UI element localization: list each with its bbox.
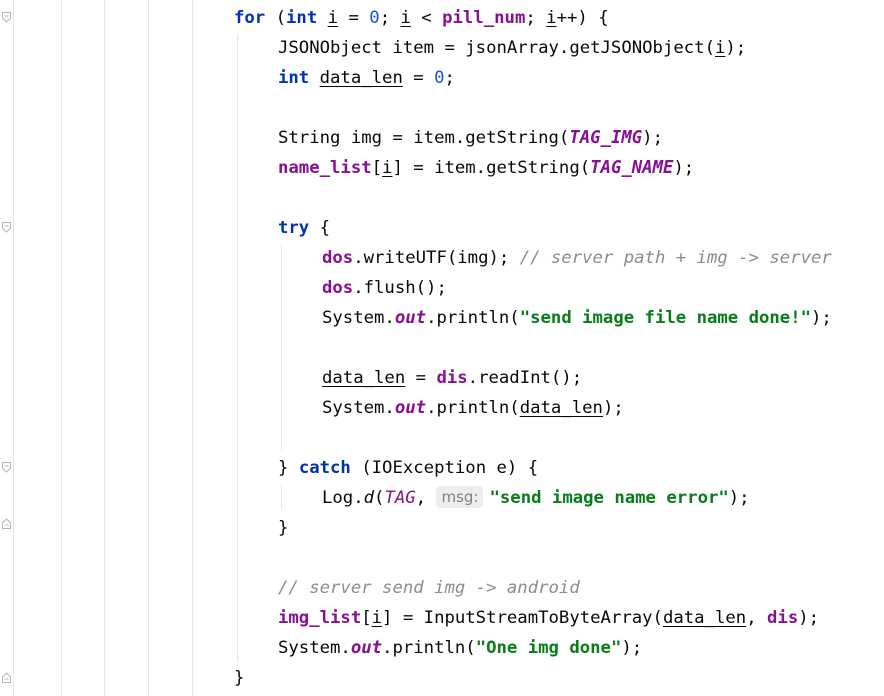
fold-end-icon[interactable] — [2, 518, 11, 529]
code-line-18: } — [234, 668, 245, 688]
fold-marker-icon[interactable] — [2, 462, 11, 473]
code-line-3: int data_len = 0; — [278, 68, 455, 88]
code-line-7: dos.writeUTF(img); // server path + img … — [322, 248, 832, 268]
code-line-13: Log.d(TAG, msg: "send image name error"); — [322, 486, 750, 508]
code-line-8: dos.flush(); — [322, 278, 447, 298]
fold-end-icon[interactable] — [2, 672, 11, 683]
code-line-5: name_list[i] = item.getString(TAG_NAME); — [278, 158, 695, 178]
indent-guide — [61, 0, 62, 696]
indent-guide — [281, 244, 282, 450]
code-line-12: } catch (IOException e) { — [278, 458, 539, 478]
indent-guide — [237, 34, 238, 662]
code-line-17: System.out.println("One img done"); — [278, 638, 643, 658]
code-line-10: data_len = dis.readInt(); — [322, 368, 583, 388]
code-line-4: String img = item.getString(TAG_IMG); — [278, 128, 663, 148]
indent-guide — [104, 0, 105, 696]
fold-marker-icon[interactable] — [2, 222, 11, 233]
editor-gutter — [0, 0, 20, 696]
parameter-hint: msg: — [436, 486, 484, 508]
gutter-separator — [13, 0, 14, 696]
code-line-2: JSONObject item = jsonArray.getJSONObjec… — [278, 38, 747, 58]
code-line-6: try { — [278, 218, 331, 238]
indent-guide — [148, 0, 149, 696]
code-line-11: System.out.println(data_len); — [322, 398, 624, 418]
code-line-9: System.out.println("send image file name… — [322, 308, 832, 328]
code-line-1: for (int i = 0; i < pill_num; i++) { — [234, 8, 609, 28]
fold-marker-icon[interactable] — [2, 12, 11, 23]
code-line-16: img_list[i] = InputStreamToByteArray(dat… — [278, 608, 820, 628]
indent-guide — [192, 0, 193, 696]
code-line-15: // server send img -> android — [278, 578, 580, 598]
code-line-14: } — [278, 518, 289, 538]
indent-guide — [281, 484, 282, 510]
